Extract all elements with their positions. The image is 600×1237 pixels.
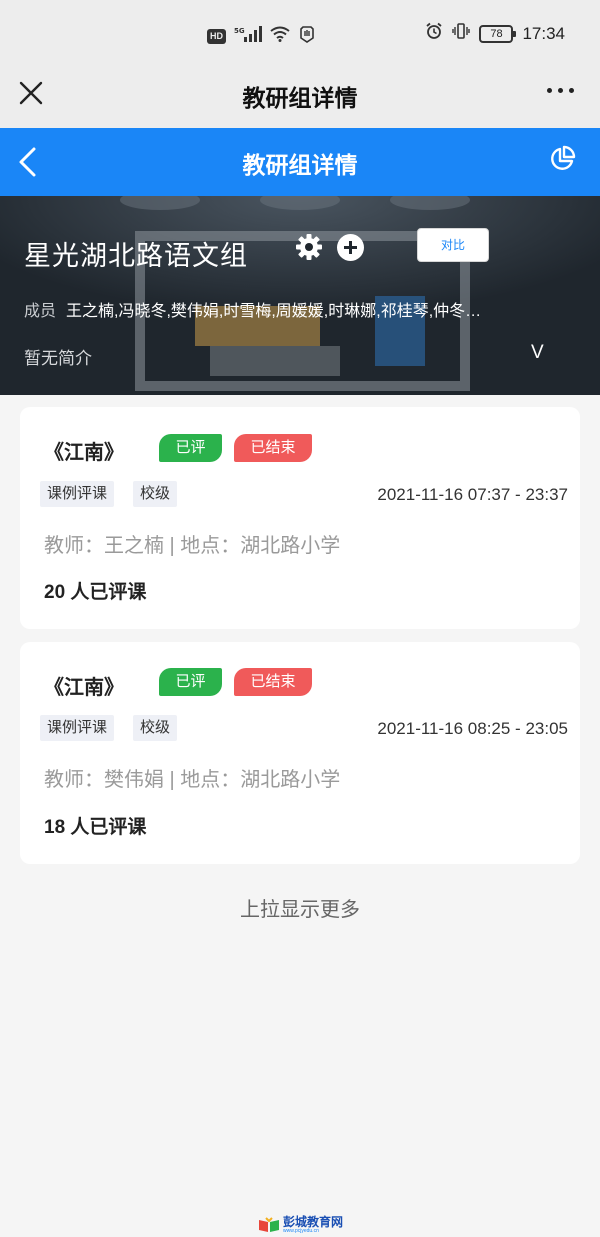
members-label: 成员 <box>24 303 57 320</box>
lesson-title: 《江南》 <box>44 677 124 699</box>
load-more-hint: 上拉显示更多 <box>240 899 360 921</box>
hd-icon: HD <box>207 29 226 44</box>
page-title: 教研组详情 <box>242 152 358 178</box>
wechat-title-bar: 教研组详情 <box>0 68 600 128</box>
group-info-banner: 星光湖北路语文组 对比 成员 王之楠,冯晓冬,樊伟娟,时雪梅,周媛媛,时琳娜,祁桂… <box>0 196 600 395</box>
lesson-type-tag: 课例评课 <box>40 481 115 507</box>
add-member-icon[interactable] <box>337 234 364 261</box>
status-left-icons: HD 5G <box>207 25 316 48</box>
members-list: 王之楠,冯晓冬,樊伟娟,时雪梅,周媛媛,时琳娜,祁桂琴,仲冬… <box>66 303 482 320</box>
group-name: 星光湖北路语文组 <box>24 241 248 271</box>
watermark-name: 彭城教育网 <box>283 1215 344 1229</box>
site-watermark: 彭城教育网 www.pcjyedu.cn <box>258 1216 343 1234</box>
network-type-label: 5G <box>234 27 245 35</box>
wechat-title: 教研组详情 <box>242 85 358 111</box>
battery-icon: 78 <box>479 24 517 43</box>
expand-toggle[interactable]: V <box>531 342 544 364</box>
teacher-location: 教师：王之楠 | 地点：湖北路小学 <box>44 535 341 557</box>
app-header: 教研组详情 <box>0 128 600 196</box>
lesson-title: 《江南》 <box>44 442 124 464</box>
alarm-icon <box>425 22 443 45</box>
rated-badge: 已评 <box>159 434 222 462</box>
status-bar: HD 5G 78 17:34 <box>0 0 600 68</box>
review-count: 20 人已评课 <box>44 582 147 603</box>
vibrate-icon <box>452 22 471 45</box>
lesson-card[interactable]: 《江南》 已评 已结束 课例评课 校级 2021-11-16 08:25 - 2… <box>20 642 580 864</box>
book-logo-icon <box>259 1217 279 1232</box>
gear-icon[interactable] <box>295 233 323 261</box>
teacher-location: 教师：樊伟娟 | 地点：湖北路小学 <box>44 769 341 791</box>
signal-icon: 5G <box>234 25 262 48</box>
lesson-time: 2021-11-16 07:37 - 23:37 <box>377 485 568 504</box>
ended-badge: 已结束 <box>234 434 312 462</box>
lesson-level-tag: 校级 <box>133 715 178 741</box>
group-intro: 暂无简介 <box>24 349 92 368</box>
lesson-card[interactable]: 《江南》 已评 已结束 课例评课 校级 2021-11-16 07:37 - 2… <box>20 407 580 629</box>
lesson-time: 2021-11-16 08:25 - 23:05 <box>377 719 568 738</box>
lesson-type-tag: 课例评课 <box>40 715 115 741</box>
compare-button[interactable]: 对比 <box>417 228 489 262</box>
status-right-icons: 78 17:34 <box>425 22 565 45</box>
more-options-icon[interactable] <box>547 88 574 93</box>
rated-badge: 已评 <box>159 668 222 696</box>
pie-chart-icon[interactable] <box>548 145 576 173</box>
members-row: 成员 王之楠,冯晓冬,樊伟娟,时雪梅,周媛媛,时琳娜,祁桂琴,仲冬… <box>24 297 559 321</box>
review-count: 18 人已评课 <box>44 817 147 838</box>
watermark-text: 彭城教育网 www.pcjyedu.cn <box>283 1216 343 1234</box>
ended-badge: 已结束 <box>234 668 312 696</box>
wifi-icon <box>270 26 290 47</box>
hand-icon <box>298 25 316 48</box>
clock-time: 17:34 <box>522 23 565 43</box>
lesson-level-tag: 校级 <box>133 481 178 507</box>
